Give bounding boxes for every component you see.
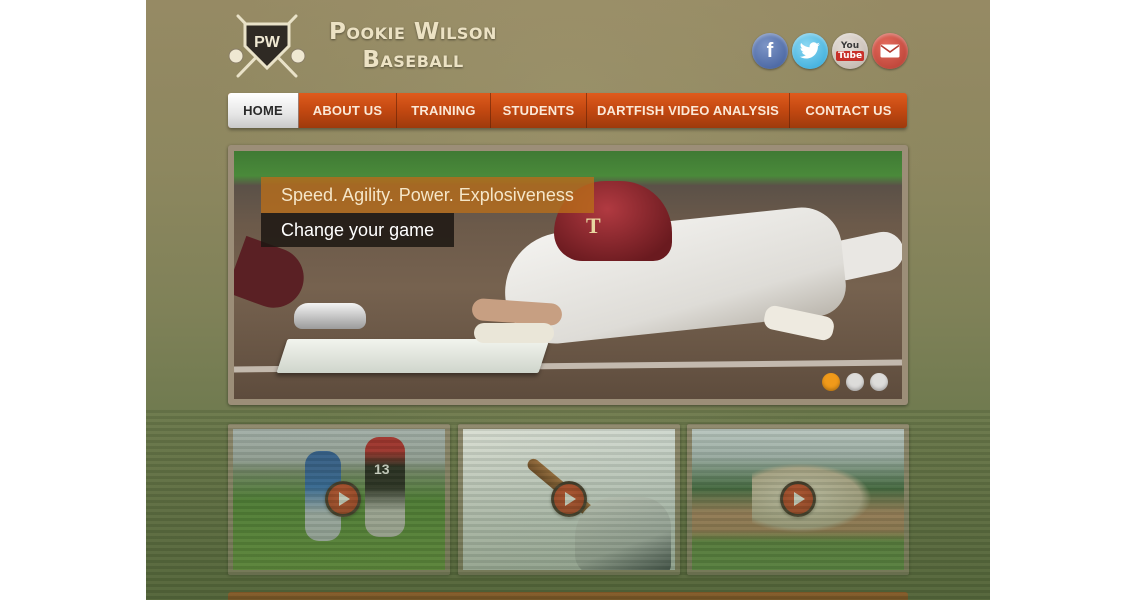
- nav-home[interactable]: HOME: [228, 93, 299, 128]
- youtube-you: You: [840, 41, 860, 51]
- facebook-icon[interactable]: f: [752, 33, 788, 69]
- play-icon[interactable]: [780, 481, 816, 517]
- youtube-tube: Tube: [835, 51, 865, 61]
- video-thumbnail-image: [692, 429, 904, 570]
- batting-glove-left: [474, 323, 554, 343]
- slider-dot-3[interactable]: [870, 373, 888, 391]
- youtube-icon[interactable]: You Tube: [832, 33, 868, 69]
- video-thumbnail-image: [463, 429, 675, 570]
- hero-slider[interactable]: T Speed. Agility. Power. Explosiveness C…: [228, 145, 908, 405]
- slider-pagination: [822, 373, 888, 391]
- page: PW Pookie Wilson Baseball f You Tube HOM…: [146, 0, 990, 600]
- footer-bar: [228, 592, 908, 600]
- video-thumbnail-3[interactable]: [687, 424, 909, 575]
- facebook-glyph: f: [766, 39, 774, 62]
- slider-dot-1[interactable]: [822, 373, 840, 391]
- envelope-glyph: [880, 44, 900, 58]
- twitter-bird-glyph: [799, 42, 820, 59]
- main-nav: HOME ABOUT US TRAINING STUDENTS DARTFISH…: [228, 93, 907, 128]
- hero-slide-image: T Speed. Agility. Power. Explosiveness C…: [234, 151, 902, 399]
- brand-name-line2: Baseball: [362, 47, 464, 73]
- helmet-letter: T: [586, 213, 601, 238]
- kid-fielder: [365, 437, 405, 537]
- slider-caption-headline: Change your game: [261, 213, 455, 247]
- logo[interactable]: PW: [226, 10, 308, 82]
- video-thumbnail-image: 13: [233, 429, 445, 570]
- brand-name[interactable]: Pookie Wilson Baseball: [318, 18, 508, 74]
- brand-name-line1: Pookie Wilson: [329, 19, 497, 45]
- video-thumbnail-1[interactable]: 13: [228, 424, 450, 575]
- nav-students[interactable]: STUDENTS: [491, 93, 587, 128]
- video-thumbnail-2[interactable]: [458, 424, 680, 575]
- cleat-shoe: [294, 303, 366, 329]
- nav-training[interactable]: TRAINING: [397, 93, 491, 128]
- logo-initials: PW: [254, 34, 281, 51]
- nav-dartfish-video-analysis[interactable]: DARTFISH VIDEO ANALYSIS: [587, 93, 790, 128]
- play-icon[interactable]: [551, 481, 587, 517]
- jersey-number: 13: [374, 461, 390, 477]
- base-bag: [276, 339, 550, 373]
- play-icon[interactable]: [325, 481, 361, 517]
- batter: [575, 497, 671, 570]
- nav-about-us[interactable]: ABOUT US: [299, 93, 397, 128]
- social-links: f You Tube: [752, 33, 908, 69]
- slider-caption-tagline: Speed. Agility. Power. Explosiveness: [261, 177, 594, 213]
- twitter-icon[interactable]: [792, 33, 828, 69]
- slider-dot-2[interactable]: [846, 373, 864, 391]
- nav-contact-us[interactable]: CONTACT US: [790, 93, 907, 128]
- email-icon[interactable]: [872, 33, 908, 69]
